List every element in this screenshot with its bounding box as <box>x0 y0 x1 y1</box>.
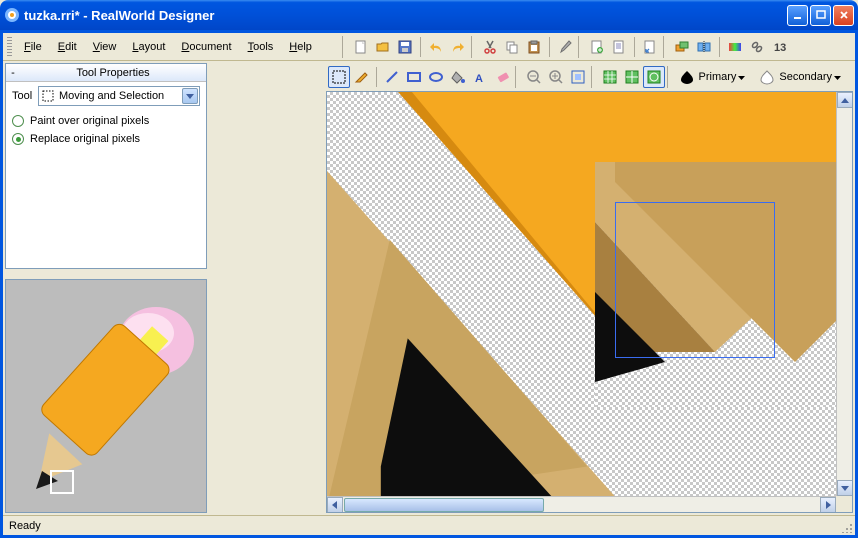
doc-new-icon[interactable] <box>586 36 608 58</box>
statusbar: Ready <box>3 515 855 535</box>
flip-icon[interactable] <box>693 36 715 58</box>
minimize-button[interactable] <box>787 5 808 26</box>
paste-icon[interactable] <box>523 36 545 58</box>
number-icon[interactable]: 13 <box>768 36 790 58</box>
scroll-down-icon[interactable] <box>837 480 853 496</box>
menu-document[interactable]: Document <box>173 38 239 56</box>
layers-icon[interactable] <box>671 36 693 58</box>
tool-label: Tool <box>12 90 38 102</box>
grid-c-icon[interactable] <box>643 66 665 88</box>
svg-text:13: 13 <box>774 42 786 54</box>
menubar: File Edit View Layout Document Tools Hel… <box>3 33 855 61</box>
tool-select[interactable]: Moving and Selection <box>38 86 200 106</box>
brush-icon[interactable] <box>554 36 576 58</box>
text-icon[interactable]: A <box>469 66 491 88</box>
horizontal-splitter[interactable] <box>3 271 209 277</box>
redo-icon[interactable] <box>447 36 469 58</box>
panel-title: Tool Properties <box>20 67 206 79</box>
vertical-splitter[interactable] <box>211 61 324 515</box>
selection-icon <box>41 89 55 103</box>
tool-properties-panel: - Tool Properties Tool Moving and Select… <box>5 63 207 269</box>
radio-checked-icon <box>12 133 24 145</box>
menu-layout[interactable]: Layout <box>124 38 173 56</box>
secondary-dropdown[interactable] <box>834 71 843 83</box>
tool-value: Moving and Selection <box>59 90 164 102</box>
fill-icon[interactable] <box>447 66 469 88</box>
resize-grip-icon[interactable] <box>841 521 853 533</box>
chevron-down-icon[interactable] <box>182 88 198 104</box>
zoom-fit-icon[interactable] <box>567 66 589 88</box>
gradient-icon[interactable] <box>724 36 746 58</box>
menu-edit[interactable]: Edit <box>50 38 85 56</box>
svg-text:A: A <box>475 73 483 85</box>
status-text: Ready <box>9 520 41 532</box>
copy-icon[interactable] <box>501 36 523 58</box>
eraser-icon[interactable] <box>491 66 513 88</box>
collapse-button[interactable]: - <box>6 67 20 79</box>
preview-panel <box>5 279 207 513</box>
radio-paint-over[interactable]: Paint over original pixels <box>12 112 200 130</box>
titlebar: tuzka.rri* - RealWorld Designer <box>0 0 858 30</box>
cut-icon[interactable] <box>479 36 501 58</box>
selection-rect[interactable] <box>615 202 775 358</box>
zoom-in-icon[interactable] <box>545 66 567 88</box>
editor-toolbar: A Primary Secondary <box>326 63 853 91</box>
preview-image <box>6 281 206 511</box>
scrollbar-horizontal[interactable] <box>327 496 836 512</box>
ellipse-icon[interactable] <box>425 66 447 88</box>
primary-dropdown[interactable] <box>738 71 747 83</box>
radio-replace[interactable]: Replace original pixels <box>12 130 200 148</box>
menu-help[interactable]: Help <box>281 38 320 56</box>
maximize-button[interactable] <box>810 5 831 26</box>
line-icon[interactable] <box>381 66 403 88</box>
menu-view[interactable]: View <box>85 38 125 56</box>
open-icon[interactable] <box>372 36 394 58</box>
scroll-right-icon[interactable] <box>820 497 836 513</box>
menu-tools[interactable]: Tools <box>240 38 282 56</box>
doc-open-icon[interactable] <box>639 36 661 58</box>
grid-a-icon[interactable] <box>599 66 621 88</box>
window-title: tuzka.rri* - RealWorld Designer <box>24 8 787 23</box>
secondary-label: Secondary <box>779 71 832 83</box>
pencil-icon[interactable] <box>350 66 372 88</box>
select-rect-icon[interactable] <box>328 66 350 88</box>
zoom-out-icon[interactable] <box>523 66 545 88</box>
menubar-grip[interactable] <box>7 37 12 57</box>
scroll-up-icon[interactable] <box>837 92 853 108</box>
undo-icon[interactable] <box>425 36 447 58</box>
radio-icon <box>12 115 24 127</box>
secondary-color-icon <box>759 69 775 85</box>
scroll-thumb[interactable] <box>344 498 544 512</box>
menu-file[interactable]: File <box>16 38 50 56</box>
link-icon[interactable] <box>746 36 768 58</box>
close-button[interactable] <box>833 5 854 26</box>
canvas[interactable] <box>326 91 853 513</box>
primary-label: Primary <box>699 71 737 83</box>
rect-icon[interactable] <box>403 66 425 88</box>
grid-b-icon[interactable] <box>621 66 643 88</box>
doc-icon[interactable] <box>608 36 630 58</box>
scrollbar-vertical[interactable] <box>836 92 852 496</box>
scroll-left-icon[interactable] <box>327 497 343 513</box>
new-icon[interactable] <box>350 36 372 58</box>
save-icon[interactable] <box>394 36 416 58</box>
primary-color-icon <box>679 69 695 85</box>
app-icon <box>4 7 20 23</box>
